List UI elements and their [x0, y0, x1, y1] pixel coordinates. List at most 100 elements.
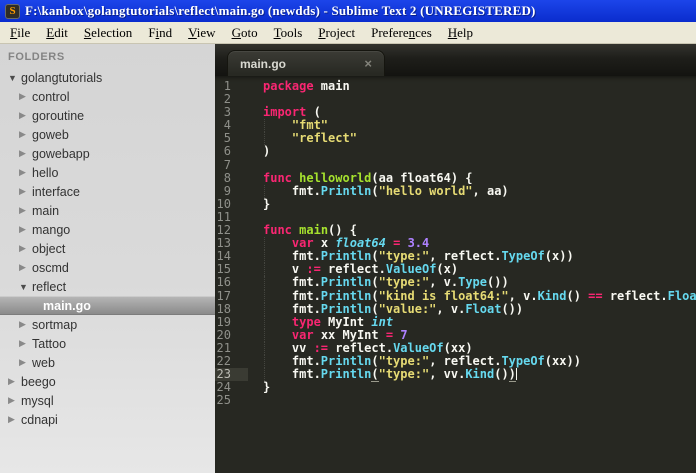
tab-label: main.go [240, 56, 287, 71]
menu-preferences[interactable]: Preferences [363, 22, 440, 43]
folder-reflect[interactable]: ▼ reflect [0, 277, 215, 296]
file-main.go[interactable]: ▶main.go [0, 296, 215, 315]
expand-arrow-icon[interactable]: ▶ [19, 148, 31, 159]
folder-oscmd[interactable]: ▶ oscmd [0, 258, 215, 277]
line-number: 16 [216, 275, 231, 290]
menu-edit[interactable]: Edit [38, 22, 76, 43]
expand-arrow-icon[interactable]: ▶ [19, 262, 31, 273]
menu-file[interactable]: File [2, 22, 38, 43]
main-area: FOLDERS ▼ golangtutorials ▶ control ▶ gorouti… [0, 44, 696, 473]
tree-item-label: control [32, 89, 70, 104]
folder-control[interactable]: ▶ control [0, 87, 215, 106]
tree-item-label: goweb [32, 127, 69, 142]
menu-help[interactable]: Help [440, 22, 481, 43]
tree-item-label: cdnapi [21, 412, 58, 427]
line-number: 4 [223, 118, 231, 133]
folder-sortmap[interactable]: ▶ sortmap [0, 315, 215, 334]
tree-item-label: beego [21, 374, 56, 389]
expand-arrow-icon[interactable]: ▶ [19, 110, 31, 121]
tree-item-label: web [32, 355, 55, 370]
menu-find[interactable]: Find [140, 22, 180, 43]
sublime-text-window: S F:\kanbox\golangtutorials\reflect\main… [0, 0, 696, 473]
expand-arrow-icon[interactable]: ▶ [19, 91, 31, 102]
folder-goroutine[interactable]: ▶ goroutine [0, 106, 215, 125]
code-line-text: "reflect" [248, 132, 696, 146]
expand-arrow-icon[interactable]: ▶ [19, 357, 31, 368]
code-line-9: 9 fmt.Println("hello world", aa) [215, 183, 696, 198]
expand-arrow-icon[interactable]: ▶ [19, 186, 31, 197]
window-title: F:\kanbox\golangtutorials\reflect\main.g… [25, 3, 536, 18]
expand-arrow-icon[interactable]: ▶ [19, 129, 31, 140]
tree-item-label: Tattoo [32, 336, 67, 351]
expand-arrow-icon[interactable]: ▶ [8, 395, 20, 406]
menu-goto[interactable]: Goto [224, 22, 266, 43]
expand-arrow-icon[interactable]: ▶ [19, 167, 31, 178]
line-number: 9 [223, 183, 231, 198]
folder-beego[interactable]: ▶ beego [0, 372, 215, 391]
folder-tattoo[interactable]: ▶ Tattoo [0, 334, 215, 353]
tree-item-label: oscmd [32, 260, 69, 275]
code-line-25: 25 [215, 394, 696, 407]
line-number: 18 [216, 301, 231, 316]
expand-arrow-icon[interactable]: ▶ [19, 319, 31, 330]
folder-mango[interactable]: ▶ mango [0, 220, 215, 239]
expand-arrow-icon[interactable]: ▶ [8, 376, 20, 387]
menu-view[interactable]: View [180, 22, 223, 43]
tree-item-label: sortmap [32, 317, 78, 332]
code-line-5: 5 "reflect" [215, 131, 696, 146]
menu-tools[interactable]: Tools [266, 22, 311, 43]
code-line-text: package main [263, 79, 350, 93]
collapse-arrow-icon[interactable]: ▼ [19, 282, 31, 292]
menu-project[interactable]: Project [310, 22, 363, 43]
line-number: 10 [216, 196, 231, 211]
line-number: 25 [216, 393, 231, 408]
tree-item-label: main [32, 203, 60, 218]
code-line-24: 24} [215, 381, 696, 394]
folder-interface[interactable]: ▶ interface [0, 182, 215, 201]
folder-tree: ▼ golangtutorials ▶ control ▶ goroutine ▶ goweb… [0, 68, 215, 429]
line-number: 19 [216, 314, 231, 329]
folder-hello[interactable]: ▶ hello [0, 163, 215, 182]
folder-main[interactable]: ▶ main [0, 201, 215, 220]
editor-pane: main.go × 1 package main 2 3 import (4 "fmt"… [215, 44, 696, 473]
code-area[interactable]: 1 package main 2 3 import (4 "fmt" 5 "reflect… [215, 76, 696, 473]
collapse-arrow-icon[interactable]: ▼ [8, 73, 20, 83]
line-number: 21 [216, 340, 231, 355]
tree-item-label: goroutine [32, 108, 85, 123]
folder-goweb[interactable]: ▶ goweb [0, 125, 215, 144]
menu-selection[interactable]: Selection [76, 22, 140, 43]
line-number: 5 [223, 131, 231, 146]
tab-close-icon[interactable]: × [364, 57, 372, 70]
line-number: 20 [216, 327, 231, 342]
tab-main-go[interactable]: main.go × [227, 50, 385, 76]
expand-arrow-icon[interactable]: ▶ [8, 414, 20, 425]
expand-arrow-icon[interactable]: ▶ [19, 243, 31, 254]
tree-item-label: object [32, 241, 66, 256]
sublime-text-icon: S [5, 3, 20, 19]
code-line-text: fmt.Println("type:", vv.Kind()) [248, 367, 696, 383]
tree-item-label: mango [32, 222, 71, 237]
folder-golangtutorials[interactable]: ▼ golangtutorials [0, 68, 215, 87]
folder-mysql[interactable]: ▶ mysql [0, 391, 215, 410]
titlebar: S F:\kanbox\golangtutorials\reflect\main… [0, 0, 696, 22]
tree-item-label: hello [32, 165, 59, 180]
folder-object[interactable]: ▶ object [0, 239, 215, 258]
expand-arrow-icon[interactable]: ▶ [19, 338, 31, 349]
code-line-text: } [263, 380, 271, 395]
folder-web[interactable]: ▶ web [0, 353, 215, 372]
tree-item-label: mysql [21, 393, 54, 408]
folder-gowebapp[interactable]: ▶ gowebapp [0, 144, 215, 163]
text-cursor [515, 368, 517, 381]
folder-cdnapi[interactable]: ▶ cdnapi [0, 410, 215, 429]
line-number: 1 [223, 79, 231, 93]
code-line-1: 1 package main [215, 79, 696, 93]
sidebar: FOLDERS ▼ golangtutorials ▶ control ▶ gorouti… [0, 44, 215, 473]
line-number: 3 [223, 105, 231, 120]
line-number: 8 [223, 170, 231, 185]
expand-arrow-icon[interactable]: ▶ [19, 224, 31, 235]
folders-header: FOLDERS [8, 51, 65, 63]
expand-arrow-icon[interactable]: ▶ [19, 205, 31, 216]
code-line-6: 6) [215, 145, 696, 158]
tab-bar: main.go × [215, 44, 696, 76]
